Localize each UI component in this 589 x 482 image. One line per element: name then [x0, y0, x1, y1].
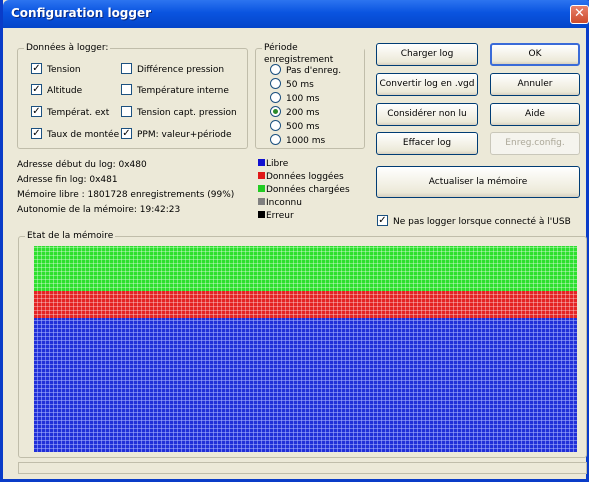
- checkbox-checked-icon[interactable]: ✓: [377, 215, 388, 226]
- effacer-log-button[interactable]: Effacer log: [376, 132, 478, 155]
- radio-unselected-icon[interactable]: [270, 134, 281, 145]
- radio-unselected-icon[interactable]: [270, 92, 281, 103]
- checkbox-checked-icon[interactable]: ✓: [31, 84, 42, 95]
- memory-state-legend: Etat de la mémoire: [25, 230, 116, 242]
- checkbox-difference-pression[interactable]: Différence pression: [121, 63, 225, 78]
- radio-selected-icon[interactable]: [270, 106, 281, 117]
- usb-checkbox-label: Ne pas logger lorsque connecté à l'USB: [393, 217, 571, 227]
- checkbox-unchecked-icon[interactable]: [121, 84, 132, 95]
- window-title: Configuration logger: [11, 6, 152, 20]
- radio-label: 100 ms: [286, 94, 320, 104]
- radio-label: 500 ms: [286, 122, 320, 132]
- checkbox-checked-icon[interactable]: ✓: [31, 128, 42, 139]
- radio-1000ms[interactable]: 1000 ms: [270, 134, 326, 148]
- legend-label: Erreur: [266, 211, 294, 221]
- checkbox-temperat-ext[interactable]: ✓ Températ. ext: [31, 106, 110, 121]
- checkbox-tension[interactable]: ✓ Tension: [31, 63, 81, 78]
- status-bar: [18, 462, 587, 474]
- usb-no-log-checkbox[interactable]: ✓ Ne pas logger lorsque connecté à l'USB: [377, 215, 571, 230]
- legend-donnees-chargees: Données chargées: [258, 184, 350, 196]
- actualiser-memoire-button[interactable]: Actualiser la mémoire: [376, 166, 580, 198]
- legend-inconnu: Inconnu: [258, 197, 302, 209]
- checkbox-checked-icon[interactable]: ✓: [121, 128, 132, 139]
- adresse-debut-text: Adresse début du log: 0x480: [17, 160, 147, 170]
- radio-label: 1000 ms: [286, 136, 326, 146]
- enreg-config-button[interactable]: Enreg.config.: [490, 132, 580, 155]
- radio-pas-denreg[interactable]: Pas d'enreg.: [270, 64, 342, 78]
- radio-label: Pas d'enreg.: [286, 66, 342, 76]
- donnees-loggees-swatch: [258, 172, 265, 179]
- radio-200ms[interactable]: 200 ms: [270, 106, 320, 120]
- checkbox-label: Différence pression: [137, 65, 225, 75]
- checkbox-label: Tension capt. pression: [137, 108, 237, 118]
- radio-unselected-icon[interactable]: [270, 120, 281, 131]
- checkbox-label: PPM: valeur+période: [137, 130, 232, 140]
- checkbox-unchecked-icon[interactable]: [121, 63, 132, 74]
- ok-button[interactable]: OK: [490, 43, 580, 66]
- legend-label: Libre: [266, 159, 289, 169]
- data-to-log-legend: Données à logger:: [24, 42, 111, 54]
- convertir-log-button[interactable]: Convertir log en .vgd: [376, 73, 478, 96]
- memory-segment-chargees: [34, 246, 577, 291]
- memory-segment-loggees: [34, 291, 577, 318]
- annuler-button[interactable]: Annuler: [490, 73, 580, 96]
- configuration-logger-window: Configuration logger ✕ Données à logger:…: [0, 0, 589, 482]
- adresse-fin-text: Adresse fin log: 0x481: [17, 175, 118, 185]
- erreur-swatch: [258, 211, 265, 218]
- legend-label: Inconnu: [266, 198, 302, 208]
- checkbox-altitude[interactable]: ✓ Altitude: [31, 84, 83, 99]
- legend-label: Données loggées: [266, 172, 344, 182]
- period-legend: Période enregistrement: [262, 42, 364, 66]
- considerer-non-lu-button[interactable]: Considérer non lu: [376, 103, 478, 126]
- checkbox-unchecked-icon[interactable]: [121, 106, 132, 117]
- radio-unselected-icon[interactable]: [270, 64, 281, 75]
- radio-50ms[interactable]: 50 ms: [270, 78, 314, 92]
- radio-unselected-icon[interactable]: [270, 78, 281, 89]
- memoire-libre-text: Mémoire libre : 1801728 enregistrements …: [17, 190, 235, 200]
- title-bar[interactable]: Configuration logger ✕: [3, 0, 589, 28]
- checkbox-label: Température interne: [137, 86, 229, 96]
- autonomie-text: Autonomie de la mémoire: 19:42:23: [17, 205, 181, 215]
- checkbox-label: Altitude: [47, 86, 83, 96]
- legend-libre: Libre: [258, 158, 288, 170]
- checkbox-temperature-interne[interactable]: Température interne: [121, 84, 229, 99]
- radio-label: 50 ms: [286, 80, 314, 90]
- aide-button[interactable]: Aide: [490, 103, 580, 126]
- legend-label: Données chargées: [266, 185, 350, 195]
- donnees-chargees-swatch: [258, 185, 265, 192]
- radio-label: 200 ms: [286, 108, 320, 118]
- checkbox-label: Taux de montée: [47, 130, 120, 140]
- memory-map: [34, 246, 577, 452]
- legend-donnees-loggees: Données loggées: [258, 171, 344, 183]
- checkbox-ppm-valeur-periode[interactable]: ✓ PPM: valeur+période: [121, 128, 232, 143]
- close-icon[interactable]: ✕: [570, 5, 589, 24]
- checkbox-label: Températ. ext: [47, 108, 110, 118]
- checkbox-label: Tension: [47, 65, 81, 75]
- legend-erreur: Erreur: [258, 210, 294, 222]
- inconnu-swatch: [258, 198, 265, 205]
- checkbox-taux-de-montee[interactable]: ✓ Taux de montée: [31, 128, 120, 143]
- checkbox-checked-icon[interactable]: ✓: [31, 63, 42, 74]
- libre-swatch: [258, 159, 265, 166]
- charger-log-button[interactable]: Charger log: [376, 43, 478, 66]
- radio-500ms[interactable]: 500 ms: [270, 120, 320, 134]
- checkbox-checked-icon[interactable]: ✓: [31, 106, 42, 117]
- radio-100ms[interactable]: 100 ms: [270, 92, 320, 106]
- checkbox-tension-capt-pression[interactable]: Tension capt. pression: [121, 106, 237, 121]
